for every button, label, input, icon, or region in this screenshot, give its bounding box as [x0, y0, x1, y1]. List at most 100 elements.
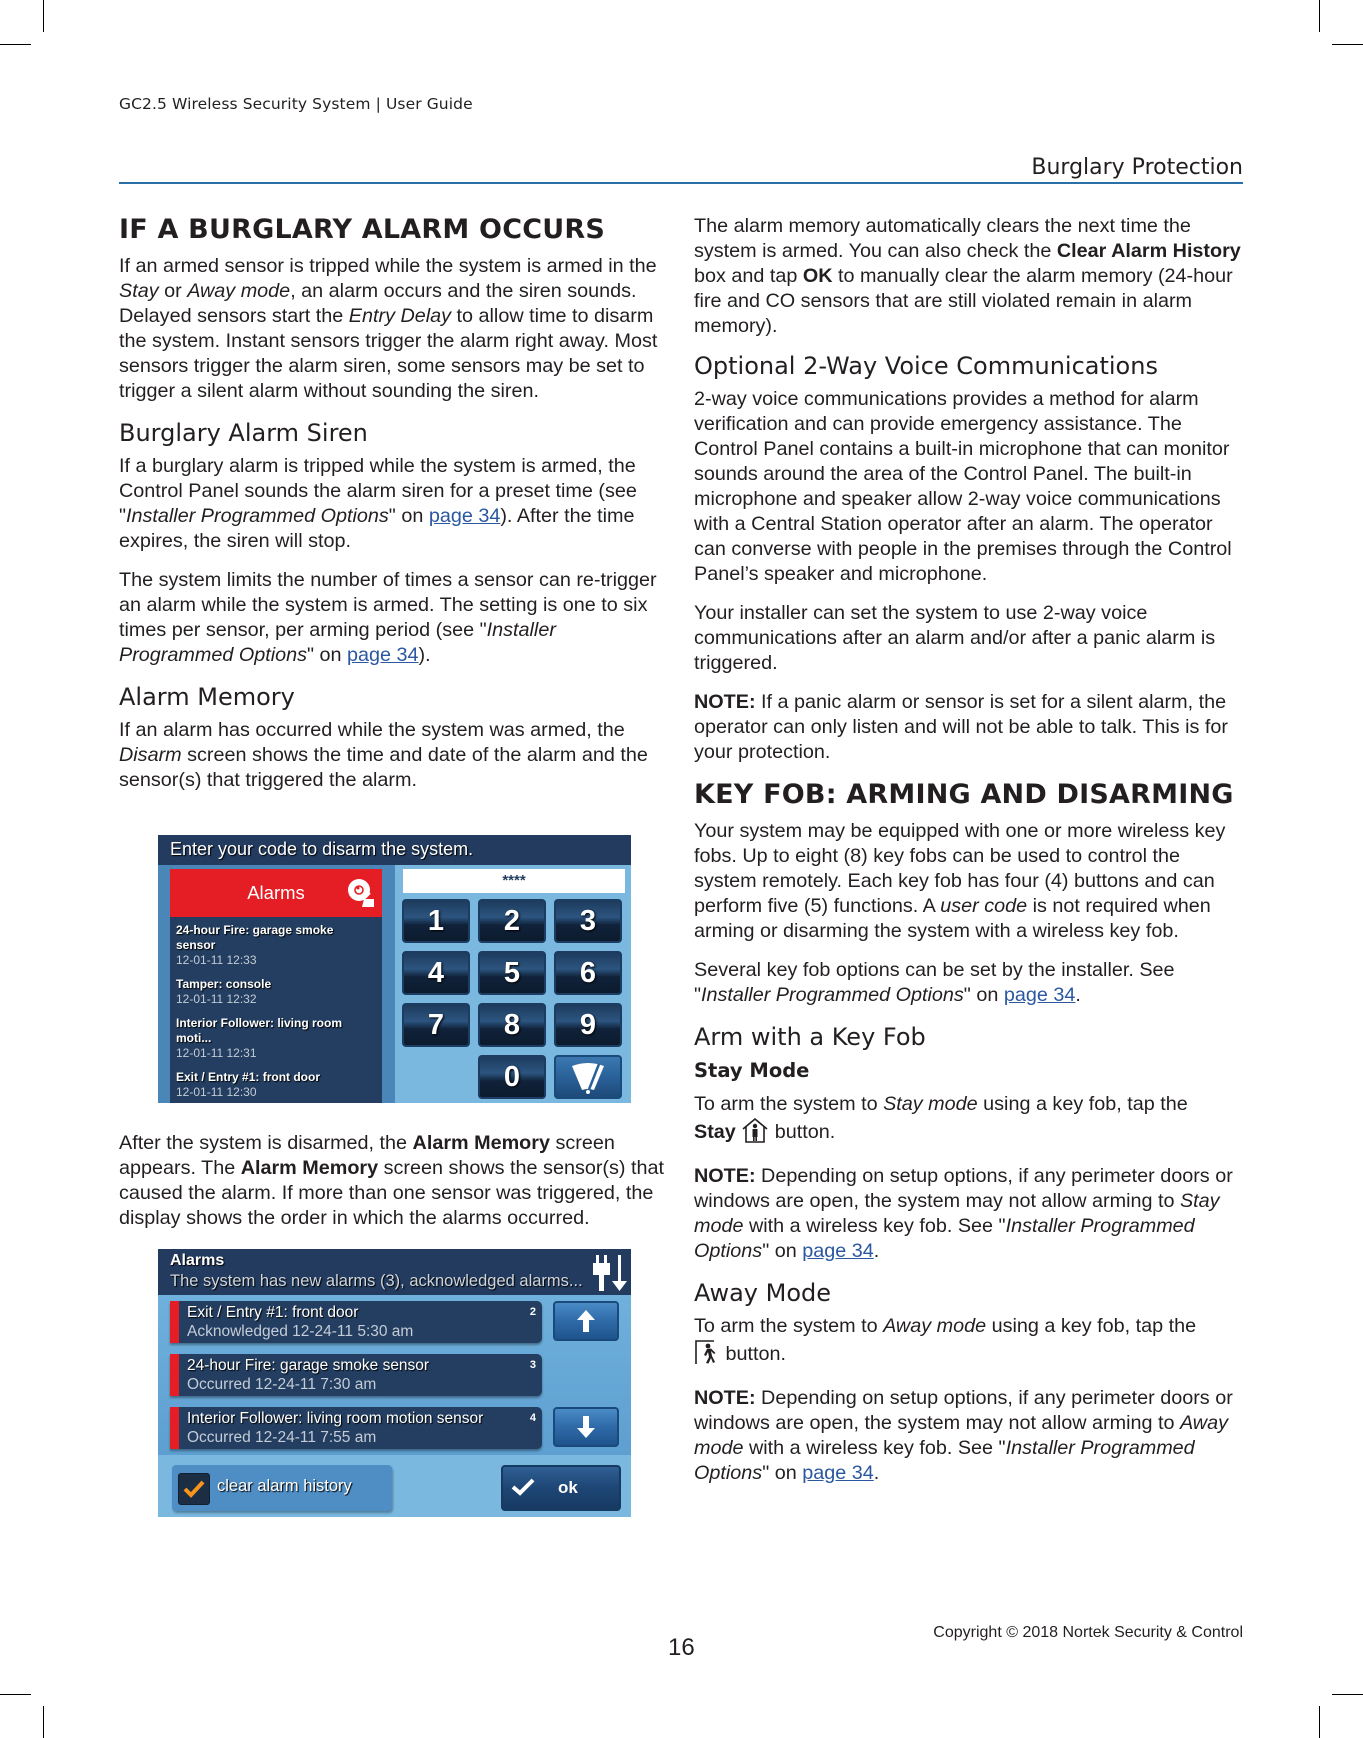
emphasis: Stay mode [883, 1093, 978, 1115]
alarm-entry: 24-hour Fire: garage smoke sensor 12-01-1… [176, 923, 376, 968]
eraser-wiper-icon [572, 1063, 604, 1094]
arrow-down-icon [577, 1416, 595, 1438]
scroll-down-button[interactable] [553, 1407, 619, 1447]
crop-mark [1319, 0, 1320, 32]
text: " on [307, 644, 348, 666]
keypad-button-8[interactable]: 8 [478, 1003, 546, 1047]
paragraph-memory: If an alarm has occurred while the syste… [119, 718, 674, 793]
paragraph-away: To arm the system to Away mode using a k… [694, 1314, 1246, 1372]
text: ). [418, 644, 431, 666]
text: Depending on setup options, if any perim… [694, 1387, 1233, 1434]
power-plug-icon [593, 1253, 627, 1298]
strong: Stay [694, 1121, 736, 1143]
ok-button[interactable]: ok [501, 1465, 621, 1511]
text: " on [762, 1240, 803, 1262]
text: " on [388, 505, 429, 527]
text: If a panic alarm or sensor is set for a … [694, 691, 1229, 763]
strong: Alarm Memory [240, 1157, 379, 1179]
alarm-row-number: 4 [529, 1412, 536, 1424]
keypad-button-4[interactable]: 4 [402, 951, 470, 995]
heading-key-fob: KEY FOB: ARMING AND DISARMING [694, 779, 1234, 810]
alarm-entry: Tamper: console 12-01-11 12:32 [176, 977, 376, 1007]
clear-alarm-history-toggle[interactable]: clear alarm history [172, 1465, 392, 1511]
text: " on [963, 984, 1004, 1006]
note-stay-mode: NOTE: Depending on setup options, if any… [694, 1164, 1246, 1264]
strong: Alarm Memory [412, 1132, 550, 1154]
paragraph-voice: 2-way voice communications provides a me… [694, 388, 1232, 585]
alarm-memory-row[interactable]: Exit / Entry #1: front door Acknowledged … [170, 1301, 542, 1343]
text: with a wireless key fob. See " [743, 1215, 1006, 1237]
text: button. [769, 1121, 836, 1143]
left-column: IF A BURGLARY ALARM OCCURS If an armed s… [119, 214, 674, 1517]
emphasis: Disarm [119, 744, 182, 766]
paragraph-stay: To arm the system to Stay mode using a k… [694, 1092, 1246, 1150]
emphasis: Installer Programmed Options [126, 505, 389, 527]
paragraph-key-fob-options: Several key fob options can be set by th… [694, 958, 1246, 1008]
text: using a key fob, tap the [986, 1315, 1197, 1337]
code-entry-field[interactable]: **** [403, 869, 625, 893]
keypad-button-2[interactable]: 2 [478, 899, 546, 943]
text: . [1075, 984, 1081, 1006]
paragraph-installer-voice: Your installer can set the system to use… [694, 602, 1216, 674]
crop-mark [0, 1694, 31, 1695]
keypad-button-6[interactable]: 6 [554, 951, 622, 995]
paragraph-intro: If an armed sensor is tripped while the … [119, 254, 674, 404]
text: Depending on setup options, if any perim… [694, 1165, 1233, 1212]
alarm-entry-name: Exit / Entry #1: front door [176, 1070, 321, 1084]
paragraph-after-disarm: After the system is disarmed, the Alarm … [119, 1131, 674, 1231]
disarm-screen-image: Enter your code to disarm the system. Al… [158, 835, 631, 1103]
clear-alarm-history-label: clear alarm history [217, 1477, 352, 1495]
page-link[interactable]: page 34 [347, 644, 419, 666]
alarm-entries: 24-hour Fire: garage smoke sensor 12-01-1… [170, 917, 382, 1100]
alarm-entry-time: 12-01-11 12:32 [176, 992, 257, 1006]
crop-mark [1332, 44, 1363, 45]
text: After the system is disarmed, the [119, 1132, 413, 1154]
section-title: Burglary Protection [1031, 155, 1243, 180]
alarms-label: Alarms [247, 882, 305, 903]
crop-mark [1332, 1694, 1363, 1695]
keypad-clear-button[interactable] [554, 1055, 622, 1099]
paragraph-siren: If a burglary alarm is tripped while the… [119, 454, 674, 554]
alarm-memory-row[interactable]: Interior Follower: living room motion se… [170, 1407, 542, 1449]
alarm-rows-area: Exit / Entry #1: front door Acknowledged … [158, 1295, 631, 1455]
alarm-entry-time: 12-01-11 12:33 [176, 953, 257, 967]
alarm-row-status: Acknowledged 12-24-11 5:30 am [187, 1323, 414, 1340]
crop-mark [1319, 1706, 1320, 1738]
keypad-button-1[interactable]: 1 [402, 899, 470, 943]
alarms-panel: Alarms 24-hour Fire: garage smoke sensor… [158, 865, 395, 1103]
alarm-memory-subtitle: The system has new alarms (3), acknowled… [170, 1272, 583, 1290]
stay-house-icon [741, 1117, 769, 1150]
scroll-up-button[interactable] [553, 1301, 619, 1341]
heading-alarm-memory: Alarm Memory [119, 683, 295, 711]
disarm-screen-title: Enter your code to disarm the system. [158, 835, 631, 865]
clear-alarm-history-checkbox[interactable] [178, 1473, 210, 1505]
alarm-entry-time: 12-01-11 12:30 [176, 1085, 257, 1099]
page-number: 16 [668, 1634, 695, 1661]
alarm-memory-row[interactable]: 24-hour Fire: garage smoke sensor Occurre… [170, 1354, 542, 1396]
alarm-row-status: Occurred 12-24-11 7:30 am [187, 1376, 377, 1393]
alarm-row-number: 2 [529, 1306, 536, 1318]
text: or [158, 280, 188, 302]
alarm-entry: Interior Follower: living room moti... 12… [176, 1016, 376, 1061]
page-link[interactable]: page 34 [802, 1240, 874, 1262]
alarms-list-box: Alarms 24-hour Fire: garage smoke sensor… [170, 869, 382, 1103]
text: To arm the system to [694, 1093, 884, 1115]
text: " on [762, 1462, 803, 1484]
note-label: NOTE: [694, 1165, 756, 1187]
page-link[interactable]: page 34 [429, 505, 501, 527]
keypad-button-7[interactable]: 7 [402, 1003, 470, 1047]
text: with a wireless key fob. See " [743, 1437, 1006, 1459]
keypad-button-3[interactable]: 3 [554, 899, 622, 943]
page-link[interactable]: page 34 [1004, 984, 1076, 1006]
text: screen shows the time and date of the al… [119, 744, 648, 791]
keypad-button-0[interactable]: 0 [478, 1055, 546, 1099]
keypad-button-9[interactable]: 9 [554, 1003, 622, 1047]
page-link[interactable]: page 34 [802, 1462, 874, 1484]
crop-mark [43, 0, 44, 32]
paragraph-retrigger: The system limits the number of times a … [119, 568, 674, 668]
crop-mark [0, 44, 31, 45]
keypad-button-5[interactable]: 5 [478, 951, 546, 995]
alarm-entry: Exit / Entry #1: front door 12-01-11 12:3… [176, 1070, 376, 1100]
away-walking-person-icon [694, 1339, 720, 1372]
checkmark-icon [511, 1477, 535, 1502]
